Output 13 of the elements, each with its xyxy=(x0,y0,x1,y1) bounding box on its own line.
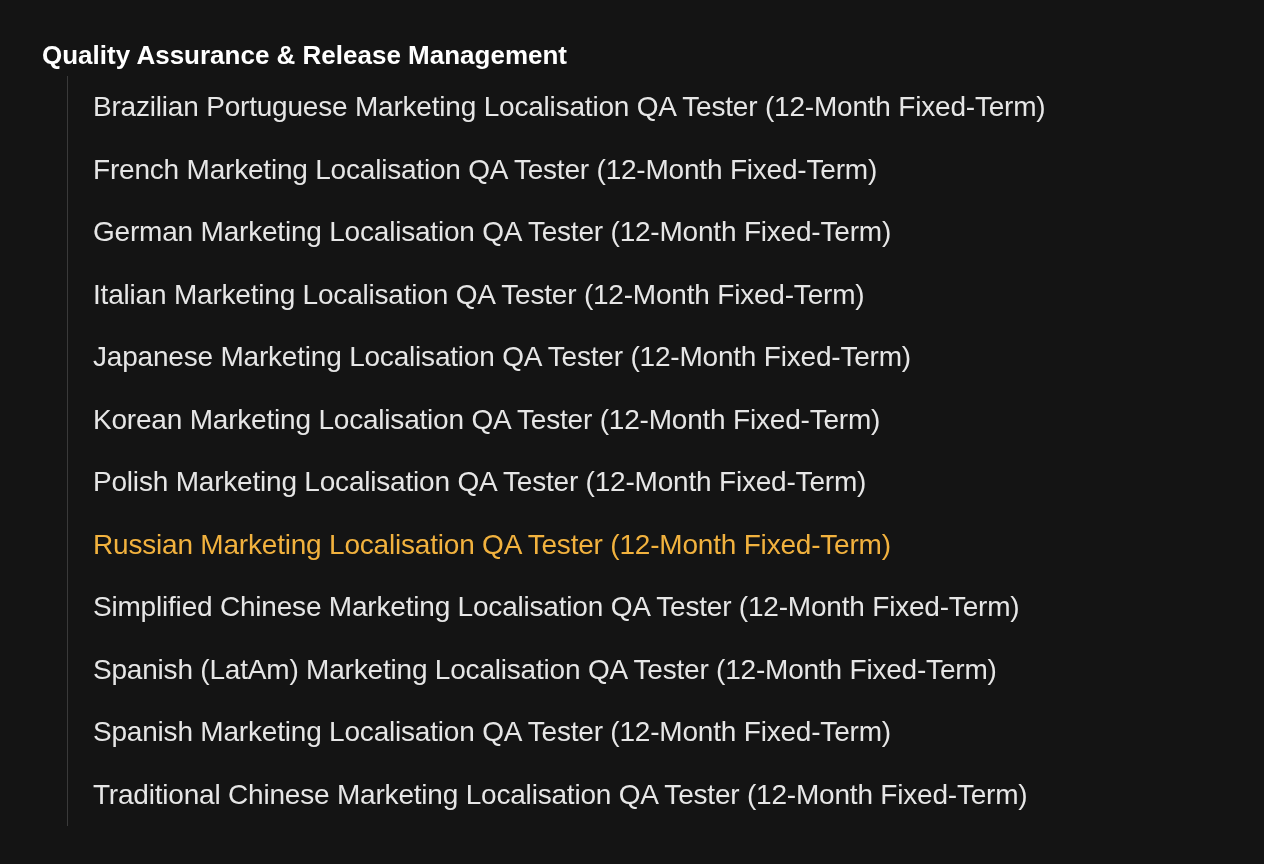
job-link[interactable]: Spanish (LatAm) Marketing Localisation QA Tester (12-Month Fixed-Term) xyxy=(93,638,997,701)
job-link[interactable]: Japanese Marketing Localisation QA Tester (12-Month Fixed-Term) xyxy=(93,326,911,389)
job-link[interactable]: Polish Marketing Localisation QA Tester (12-Month Fixed-Term) xyxy=(93,451,867,514)
job-link[interactable]: French Marketing Localisation QA Tester (12-Month Fixed-Term) xyxy=(93,138,878,201)
job-link[interactable]: Russian Marketing Localisation QA Tester (12-Month Fixed-Term) xyxy=(93,513,891,576)
job-link[interactable]: Traditional Chinese Marketing Localisation QA Tester (12-Month Fixed-Term) xyxy=(93,763,1028,826)
job-link[interactable]: Italian Marketing Localisation QA Tester (12-Month Fixed-Term) xyxy=(93,263,865,326)
section-heading: Quality Assurance & Release Management xyxy=(42,39,567,72)
job-link[interactable]: Brazilian Portuguese Marketing Localisation QA Tester (12-Month Fixed-Term) xyxy=(93,76,1046,139)
job-link[interactable]: Simplified Chinese Marketing Localisation QA Tester (12-Month Fixed-Term) xyxy=(93,576,1020,639)
job-link[interactable]: German Marketing Localisation QA Tester (12-Month Fixed-Term) xyxy=(93,201,892,264)
job-link[interactable]: Spanish Marketing Localisation QA Tester (12-Month Fixed-Term) xyxy=(93,701,891,764)
job-link[interactable]: Korean Marketing Localisation QA Tester (12-Month Fixed-Term) xyxy=(93,388,881,451)
